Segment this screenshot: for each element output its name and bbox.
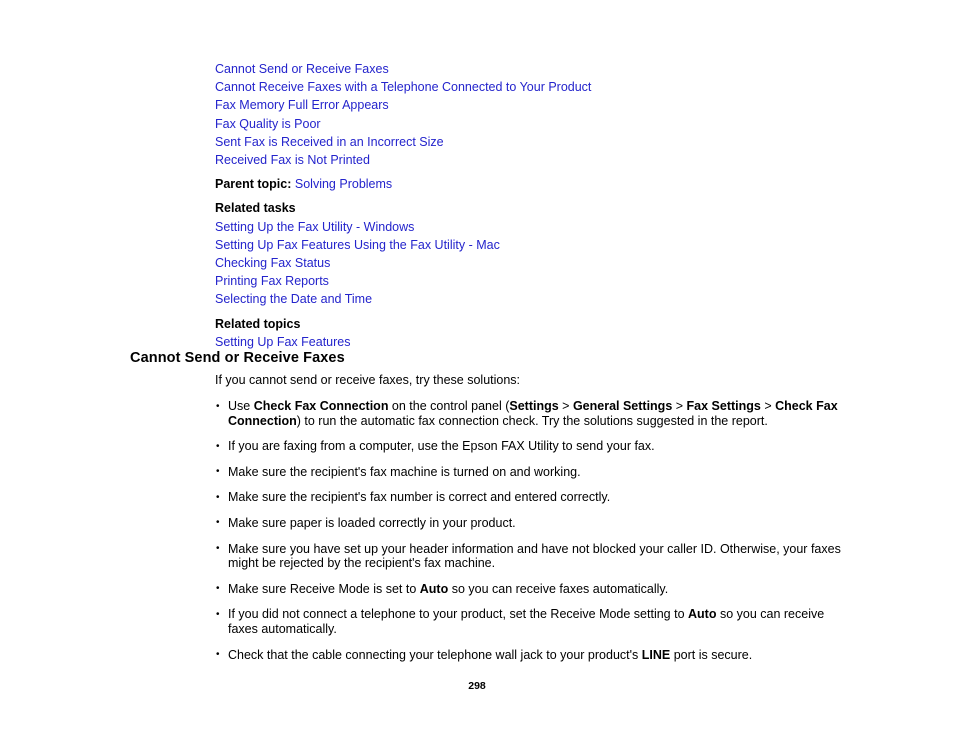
related-topics-heading: Related topics (215, 316, 301, 331)
solution-bullet-recipient-number-correct: Make sure the recipient's fax number is … (215, 490, 855, 505)
related-task-link-fax-utility-mac[interactable]: Setting Up Fax Features Using the Fax Ut… (215, 236, 915, 254)
emphasis-text: Check Fax Connection (253, 399, 389, 413)
toc-link-fax-quality-is-poor[interactable]: Fax Quality is Poor (215, 115, 915, 133)
solution-bullet-no-telephone-auto: If you did not connect a telephone to yo… (215, 607, 855, 636)
emphasis-text: General Settings (572, 399, 673, 413)
body-text: > (672, 399, 687, 413)
related-task-link-checking-fax-status[interactable]: Checking Fax Status (215, 254, 915, 272)
body-text: If you are faxing from a computer, use t… (228, 439, 655, 454)
body-text: Make sure the recipient's fax number is … (228, 490, 611, 505)
solution-bullet-line-port-secure: Check that the cable connecting your tel… (215, 647, 855, 662)
body-text: ) to run the automatic fax connection ch… (296, 413, 768, 428)
related-tasks-heading: Related tasks (215, 201, 296, 216)
solution-bullet-header-caller-id: Make sure you have set up your header in… (215, 541, 855, 571)
body-text: port is secure. (670, 647, 753, 662)
intro-paragraph: If you cannot send or receive faxes, try… (215, 373, 521, 387)
related-task-link-fax-utility-windows[interactable]: Setting Up the Fax Utility - Windows (215, 218, 915, 236)
body-text: > (760, 399, 776, 413)
page-title: Cannot Send or Receive Faxes (130, 350, 345, 366)
toc-link-cannot-receive-faxes-telephone[interactable]: Cannot Receive Faxes with a Telephone Co… (215, 78, 915, 96)
emphasis-text: Settings (509, 399, 559, 413)
parent-topic-label: Parent topic: (215, 177, 292, 192)
body-text: > (558, 399, 573, 413)
body-text: Make sure paper is loaded correctly in y… (228, 515, 516, 530)
body-text: If you did not connect a telephone to yo… (228, 607, 689, 622)
body-text: Make sure you have set up your header in… (228, 541, 841, 571)
solution-bullet-receive-mode-auto: Make sure Receive Mode is set to Auto so… (215, 581, 855, 596)
body-text: Use (228, 399, 254, 413)
related-task-link-selecting-date-time[interactable]: Selecting the Date and Time (215, 290, 915, 308)
body-text: so you can receive faxes automatically. (448, 581, 669, 596)
solution-bullet-recipient-machine-on: Make sure the recipient's fax machine is… (215, 464, 855, 479)
toc-link-cannot-send-or-receive-faxes[interactable]: Cannot Send or Receive Faxes (215, 60, 915, 78)
toc-link-received-fax-not-printed[interactable]: Received Fax is Not Printed (215, 151, 915, 169)
section-body: If you cannot send or receive faxes, try… (215, 372, 855, 673)
toc-link-sent-fax-incorrect-size[interactable]: Sent Fax is Received in an Incorrect Siz… (215, 133, 915, 151)
related-task-link-printing-fax-reports[interactable]: Printing Fax Reports (215, 272, 915, 290)
emphasis-text: Fax Settings (686, 399, 761, 413)
body-text: on the control panel ( (388, 399, 510, 413)
page-number: 298 (468, 680, 486, 692)
toc-link-fax-memory-full-error[interactable]: Fax Memory Full Error Appears (215, 96, 915, 114)
solution-bullet-paper-loaded: Make sure paper is loaded correctly in y… (215, 515, 855, 530)
solutions-list: Use Check Fax Connection on the control … (215, 398, 855, 662)
emphasis-text: LINE (641, 647, 671, 662)
body-text: Make sure the recipient's fax machine is… (228, 464, 581, 479)
solution-bullet-faxing-from-computer: If you are faxing from a computer, use t… (215, 439, 855, 454)
emphasis-text: Auto (688, 607, 717, 622)
related-topic-link-setting-up-fax-features[interactable]: Setting Up Fax Features (215, 333, 915, 351)
solution-bullet-check-fax-connection: Use Check Fax Connection on the control … (215, 398, 855, 428)
body-text: Make sure Receive Mode is set to (228, 581, 420, 596)
parent-topic-row: Parent topic: Solving Problems (215, 175, 915, 193)
page-footer: 298 (0, 680, 954, 692)
body-text: Check that the cable connecting your tel… (228, 647, 642, 662)
related-links-block: Cannot Send or Receive Faxes Cannot Rece… (215, 60, 915, 351)
parent-topic-link[interactable]: Solving Problems (295, 177, 392, 191)
emphasis-text: Auto (419, 581, 449, 596)
document-page: Cannot Send or Receive Faxes Cannot Rece… (0, 0, 954, 738)
